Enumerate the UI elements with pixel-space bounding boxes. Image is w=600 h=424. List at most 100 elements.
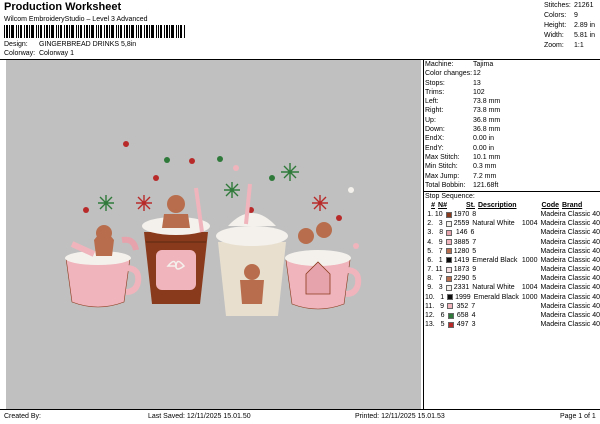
- thread-description: Natural White: [472, 284, 515, 292]
- panel-divider: [423, 60, 424, 409]
- stop-sequence-row: 9. 3 2331 Natural White 1004 Madeira Classic …: [425, 283, 600, 292]
- row-index: 3.: [427, 229, 434, 237]
- stat-label: Stitches:: [544, 2, 571, 9]
- stop-sequence-row: 7. 11 1873 9 Madeira Classic 40: [425, 265, 600, 274]
- stop-sequence-row: 1. 10 1970 8 Madeira Classic 40: [425, 210, 600, 219]
- thread-brand: Madeira Classic 40: [540, 220, 600, 228]
- stop-sequence-header: # N# St. Description Code Brand: [425, 201, 600, 210]
- info-value: 7.2 mm: [473, 172, 497, 180]
- thread-description: Emerald Black: [473, 293, 519, 301]
- row-index: 12.: [425, 312, 435, 320]
- colorway-row: Colorway: Colorway 1: [4, 50, 74, 57]
- stitch-count: 1280: [453, 247, 470, 255]
- thread-color-swatch: [445, 239, 452, 246]
- row-index: 7.: [427, 266, 434, 274]
- info-label: Right:: [425, 107, 444, 115]
- thread-brand: Madeira Classic 40: [540, 229, 600, 237]
- info-value: 0.00 in: [473, 135, 495, 143]
- thread-description: 9: [472, 266, 477, 274]
- design-row: Design: GINGERBREAD DRINKS 5,8in: [4, 41, 136, 48]
- thread-color-swatch: [447, 321, 454, 328]
- stat-value: 21261: [574, 2, 594, 9]
- info-value: 36.8 mm: [473, 116, 501, 124]
- stitch-count: 352: [456, 302, 469, 310]
- stat-value: 2.89 in: [574, 22, 596, 29]
- col-header: N#: [438, 201, 447, 209]
- thread-code: 1004: [521, 220, 538, 228]
- stat-row: Width: 5.81 in: [544, 31, 600, 41]
- row-index: 4.: [427, 238, 434, 246]
- col-header: Brand: [562, 201, 583, 209]
- stitch-count: 2290: [453, 275, 470, 283]
- machine-info: Machine: Tajima Color changes: 12 Stops: 13…: [423, 60, 600, 329]
- stitch-count: 3885: [453, 238, 470, 246]
- thread-code: 1000: [521, 293, 538, 301]
- thread-brand: Madeira Classic 40: [540, 275, 600, 283]
- stitch-count: 1419: [453, 256, 470, 264]
- needle-number: 3: [438, 284, 443, 292]
- thread-brand: Madeira Classic 40: [540, 210, 600, 218]
- info-label: Total Bobbin:: [425, 181, 466, 189]
- printed-date: Printed: 12/11/2025 15.01.53: [355, 413, 445, 420]
- thread-brand: Madeira Classic 40: [540, 321, 600, 329]
- info-value: 102: [473, 88, 485, 96]
- thread-color-swatch: [445, 211, 452, 218]
- col-header: Code: [541, 201, 560, 209]
- thread-description: Natural White: [472, 220, 515, 228]
- thread-description: 6: [470, 229, 475, 237]
- stop-sequence-row: 2. 3 2559 Natural White 1004 Madeira Classic …: [425, 219, 600, 228]
- stop-sequence-row: 10. 1 1999 Emerald Black 1000 Madeira Classic…: [425, 293, 600, 302]
- thread-brand: Madeira Classic 40: [540, 238, 600, 246]
- stop-sequence-row: 12. 6 658 4 Madeira Classic 40: [425, 311, 600, 320]
- thread-description: Emerald Black: [472, 256, 518, 264]
- info-value: 0.00 in: [473, 144, 495, 152]
- info-label: Max Jump:: [425, 172, 460, 180]
- snowflakes: [98, 163, 328, 211]
- stop-sequence-row: 3. 8 146 6 Madeira Classic 40: [425, 228, 600, 237]
- info-label: Color changes:: [425, 70, 473, 78]
- thread-code: 1004: [521, 284, 538, 292]
- row-index: 2.: [427, 220, 434, 228]
- info-value: 13: [473, 79, 481, 87]
- info-label: Trims:: [425, 88, 445, 96]
- info-value: Tajima: [473, 61, 494, 68]
- design-name: GINGERBREAD DRINKS 5,8in: [38, 41, 137, 48]
- thread-brand: Madeira Classic 40: [540, 312, 600, 320]
- row-index: 11.: [425, 302, 435, 310]
- stop-sequence-row: 13. 5 497 3 Madeira Classic 40: [425, 320, 600, 329]
- info-label: EndX:: [425, 135, 445, 143]
- needle-number: 9: [438, 238, 443, 246]
- thread-color-swatch: [445, 248, 452, 255]
- info-value: 73.8 mm: [473, 98, 501, 106]
- stop-sequence-row: 4. 9 3885 7 Madeira Classic 40: [425, 238, 600, 247]
- stat-value: 9: [574, 12, 578, 19]
- design-stats: Stitches: 21261 Colors: 9 Height: 2.89 in W…: [544, 1, 600, 51]
- info-label: Up:: [425, 116, 436, 124]
- stitch-count: 2559: [453, 220, 470, 228]
- info-value: 36.8 mm: [473, 126, 501, 134]
- footer-divider: [0, 409, 600, 410]
- stop-sequence-row: 6. 1 1419 Emerald Black 1000 Madeira Classic …: [425, 256, 600, 265]
- info-value: 10.1 mm: [473, 153, 501, 161]
- row-index: 13.: [425, 321, 435, 329]
- colorway-label: Colorway:: [4, 50, 36, 57]
- thread-brand: Madeira Classic 40: [540, 284, 600, 292]
- needle-number: 5: [440, 321, 445, 329]
- info-label: Left:: [425, 98, 439, 106]
- thread-code: 1000: [521, 256, 538, 264]
- thread-brand: Madeira Classic 40: [540, 266, 600, 274]
- thread-brand: Madeira Classic 40: [540, 293, 600, 301]
- stat-label: Width:: [544, 32, 564, 39]
- thread-description: 7: [471, 302, 476, 310]
- needle-number: 1: [440, 293, 445, 301]
- row-index: 8.: [427, 275, 434, 283]
- stitch-count: 2331: [453, 284, 470, 292]
- stop-sequence-row: 8. 7 2290 5 Madeira Classic 40: [425, 274, 600, 283]
- thread-description: 5: [472, 247, 477, 255]
- stitch-count: 1970: [453, 210, 470, 218]
- info-label: Max Stitch:: [425, 153, 460, 161]
- last-saved: Last Saved: 12/11/2025 15.01.50: [148, 413, 251, 420]
- needle-number: 7: [438, 275, 443, 283]
- row-index: 1.: [427, 210, 434, 218]
- barcode: [4, 25, 185, 38]
